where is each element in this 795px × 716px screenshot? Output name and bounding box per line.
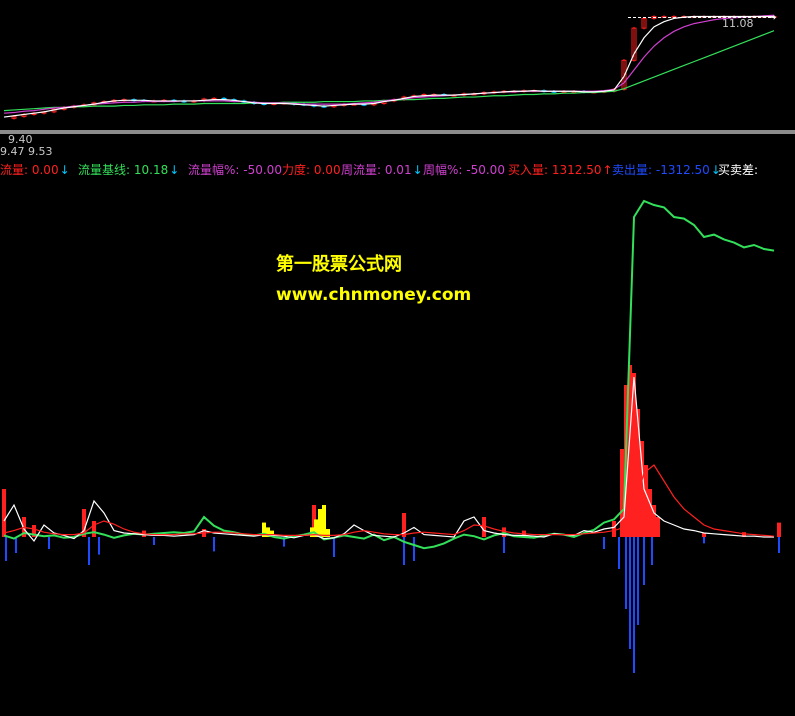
legend-value: 0.00: [313, 163, 341, 177]
buy-volume-bar: [656, 517, 660, 537]
price-high-arrow-icon: →: [768, 13, 776, 24]
legend-value: 10.18: [133, 163, 169, 177]
buy-volume-bar: [777, 522, 781, 537]
legend-value: 0.01: [384, 163, 412, 177]
legend-item: 买卖差:: [718, 160, 758, 180]
legend-label: 流量:: [0, 163, 32, 177]
watermark-title: 第一股票公式网: [276, 254, 402, 275]
legend-label: 卖出量:: [612, 163, 656, 177]
buy-volume-bar: [644, 465, 648, 537]
legend-value: -50.00: [466, 163, 505, 177]
price-last-label: 11.08: [722, 17, 754, 30]
legend-value: -50.00: [243, 163, 282, 177]
legend-label: 周流量:: [341, 163, 385, 177]
legend-item: 卖出量: -1312.50↓: [612, 160, 721, 180]
trend-arrow-icon: ↓: [412, 163, 423, 177]
indicator-line: [3, 376, 774, 543]
legend-label: 力度:: [282, 163, 314, 177]
legend-item: 周幅%: -50.00: [423, 160, 505, 180]
legend-item: 周流量: 0.01↓: [341, 160, 423, 180]
buy-volume-bar: [92, 521, 96, 537]
trend-arrow-icon: ↓: [169, 163, 180, 177]
legend-value: 0.00: [31, 163, 59, 177]
legend-label: 流量基线:: [78, 163, 134, 177]
highlight-volume-bar: [322, 505, 326, 537]
buy-volume-bar: [612, 521, 616, 537]
legend-item: 流量基线: 10.18↓: [78, 160, 179, 180]
legend-label: 买入量:: [508, 163, 552, 177]
watermark-url: www.chnmoney.com: [276, 285, 472, 305]
buy-volume-bar: [620, 449, 624, 537]
buy-volume-bar: [648, 489, 652, 537]
highlight-volume-bar: [318, 509, 322, 537]
price-range-label: 9.47 9.53: [0, 145, 53, 158]
legend-item: 流量幅%: -50.00: [188, 160, 282, 180]
legend-value: -1312.50: [655, 163, 710, 177]
legend-label: 买卖差:: [718, 163, 759, 177]
chart-canvas: →: [0, 13, 795, 673]
indicator-legend-bar: 流量: 0.00↓ 流量基线: 10.18↓ 流量幅%: -50.00 力度: 0.0…: [0, 160, 795, 180]
price-panel: →: [3, 13, 777, 120]
legend-label: 流量幅%:: [188, 163, 244, 177]
price-ma-line-ma_mid: [3, 14, 775, 114]
trend-arrow-icon: ↓: [59, 163, 70, 177]
legend-item: 流量: 0.00↓: [0, 160, 70, 180]
buy-volume-bar: [482, 517, 486, 537]
legend-item: 力度: 0.00: [282, 160, 341, 180]
legend-value: 1312.50: [551, 163, 602, 177]
panel-separator: [0, 130, 795, 134]
buy-volume-bar: [2, 489, 6, 537]
legend-item: 买入量: 1312.50↑: [508, 160, 613, 180]
legend-label: 周幅%:: [423, 163, 467, 177]
